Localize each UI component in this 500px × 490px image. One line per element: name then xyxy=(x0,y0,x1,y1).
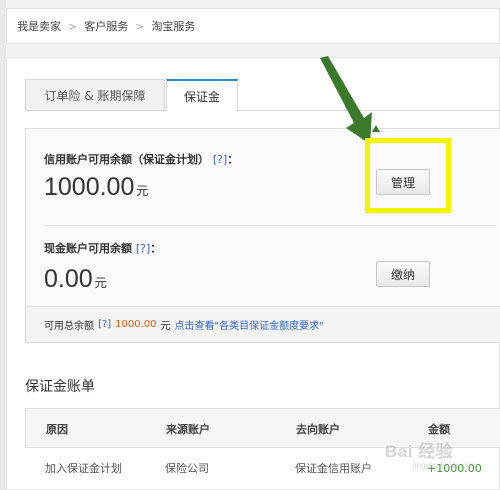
tab-bar: 订单险 & 账期保障 保证金 xyxy=(25,79,500,112)
arrow-icon xyxy=(320,56,372,144)
breadcrumb: 我是卖家 > 客户服务 > 淘宝服务 xyxy=(6,8,500,44)
label-colon: ： xyxy=(150,242,162,255)
breadcrumb-item-taobao-service: 淘宝服务 xyxy=(151,20,196,33)
watermark-subtext: jingyan.baidu.com xyxy=(413,461,478,470)
credit-account-label: 信用账户可用余额（保证金计划） [?]： xyxy=(44,151,238,167)
tab-deposit[interactable]: 保证金 xyxy=(166,79,238,112)
column-header-source: 来源账户 xyxy=(166,423,210,436)
watermark: Bai 经验 jingyan.baidu.com xyxy=(385,437,477,470)
total-balance-value: 1000.00 xyxy=(115,319,157,330)
column-header-destination: 去向账户 xyxy=(296,423,340,436)
cash-balance-value: 0.00 xyxy=(44,265,93,293)
pay-button[interactable]: 缴纳 xyxy=(376,261,430,287)
main-panel: 订单险 & 账期保障 保证金 信用账户可用余额（保证金计划） [?]： 1000… xyxy=(6,57,500,490)
watermark-text: Bai 经验 xyxy=(385,442,454,461)
divider xyxy=(44,225,496,226)
credit-balance-value: 1000.00 xyxy=(44,173,135,201)
cash-balance: 0.00 元 xyxy=(44,265,107,294)
highlight-box xyxy=(365,138,451,213)
row-destination: 保证金信用账户 xyxy=(295,462,372,475)
column-header-reason: 原因 xyxy=(46,423,68,436)
credit-account-label-text: 信用账户可用余额（保证金计划） xyxy=(44,153,209,166)
total-balance-bar: 可用总余额 [?] 1000.00 元 点击查看"各类目保证金额度要求" xyxy=(26,306,500,342)
deposit-requirements-link[interactable]: 点击查看"各类目保证金额度要求" xyxy=(174,317,323,332)
cash-account-label-text: 现金账户可用余额 xyxy=(44,242,132,255)
help-link[interactable]: [?] xyxy=(136,242,150,255)
cash-account-label: 现金账户可用余额 [?]： xyxy=(44,240,161,256)
breadcrumb-item-service[interactable]: 客户服务 xyxy=(84,18,128,34)
ledger-title: 保证金账单 xyxy=(25,379,95,395)
breadcrumb-item-seller[interactable]: 我是卖家 xyxy=(17,18,61,34)
help-link[interactable]: [?] xyxy=(98,319,111,330)
label-colon: ： xyxy=(227,153,239,166)
currency-unit: 元 xyxy=(94,276,107,290)
breadcrumb-separator: > xyxy=(68,19,78,33)
tab-order-insurance[interactable]: 订单险 & 账期保障 xyxy=(25,79,165,111)
help-link[interactable]: [?] xyxy=(213,153,227,166)
row-reason: 加入保证金计划 xyxy=(45,462,122,475)
currency-unit: 元 xyxy=(136,184,149,198)
breadcrumb-separator: > xyxy=(135,19,145,33)
total-balance-label: 可用总余额 xyxy=(44,321,94,332)
credit-balance: 1000.00 元 xyxy=(44,173,148,202)
pointer-icon xyxy=(372,125,380,132)
currency-unit: 元 xyxy=(160,321,171,332)
row-source: 保险公司 xyxy=(165,462,209,475)
